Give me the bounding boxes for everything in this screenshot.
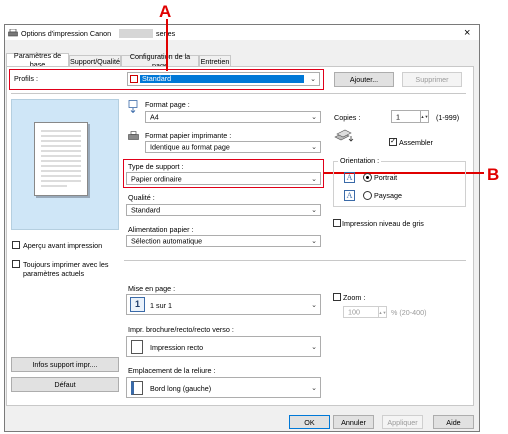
single-side-icon xyxy=(131,340,143,354)
delete-profile-button[interactable]: Supprimer xyxy=(402,72,462,87)
add-profile-label: Ajouter... xyxy=(349,75,379,84)
preview-checkbox[interactable] xyxy=(12,241,20,249)
redacted-model-name xyxy=(119,29,153,38)
duplex-label: Impr. brochure/recto/recto verso : xyxy=(128,325,234,334)
page-size-label: Format page : xyxy=(145,100,190,109)
tab-media-quality[interactable]: Support/Qualité xyxy=(69,55,121,66)
ok-button[interactable]: OK xyxy=(289,415,330,429)
copies-range: (1-999) xyxy=(436,113,460,122)
quality-select[interactable]: Standard ⌄ xyxy=(126,204,321,216)
cancel-button[interactable]: Annuler xyxy=(333,415,374,429)
help-button[interactable]: Aide xyxy=(433,415,474,429)
binding-label: Emplacement de la reliure : xyxy=(128,366,216,375)
printer-paper-label: Format papier imprimante : xyxy=(145,131,232,140)
zoom-spinner[interactable]: 100 ▲▼ xyxy=(343,306,387,318)
callout-b: B xyxy=(487,165,500,184)
copies-spinner[interactable]: 1 ▲▼ xyxy=(391,110,429,123)
cancel-label: Annuler xyxy=(341,417,366,427)
chevron-down-icon: ⌄ xyxy=(311,114,317,121)
preview-label: Aperçu avant impression xyxy=(23,241,103,250)
portrait-icon: A xyxy=(344,172,355,183)
window-title: Options d'impression Canon xyxy=(21,29,112,38)
separator xyxy=(11,93,466,94)
support-info-button[interactable]: Infos support impr.... xyxy=(11,357,119,372)
page-size-icon xyxy=(128,100,138,114)
landscape-label: Paysage xyxy=(374,191,402,200)
page-size-select[interactable]: A4 ⌄ xyxy=(145,111,321,123)
page-preview-image xyxy=(34,122,88,196)
collate-label: Assembler xyxy=(399,138,433,147)
paper-source-select[interactable]: Sélection automatique ⌄ xyxy=(126,235,321,247)
chevron-down-icon: ⌄ xyxy=(311,238,317,245)
layout-label: Mise en page : xyxy=(128,284,176,293)
grayscale-checkbox[interactable] xyxy=(333,219,341,227)
portrait-radio[interactable] xyxy=(363,173,372,182)
ok-label: OK xyxy=(304,417,315,427)
printer-icon xyxy=(8,28,18,37)
apply-button[interactable]: Appliquer xyxy=(382,415,423,429)
layout-1up-icon: 1 xyxy=(130,297,145,312)
landscape-icon: A xyxy=(344,190,355,201)
apply-label: Appliquer xyxy=(387,417,418,427)
chevron-down-icon: ⌄ xyxy=(311,384,317,392)
portrait-label: Portrait xyxy=(374,173,398,182)
spinner-arrows-icon[interactable]: ▲▼ xyxy=(378,307,386,317)
tab-maintenance[interactable]: Entretien xyxy=(199,55,231,66)
zoom-checkbox[interactable] xyxy=(333,293,341,301)
close-button[interactable]: × xyxy=(464,28,470,39)
zoom-label: Zoom : xyxy=(343,293,366,302)
tab-label: Support/Qualité xyxy=(70,56,120,66)
callout-b-box xyxy=(123,159,324,188)
zoom-range: % (20-400) xyxy=(391,308,427,317)
layout-select[interactable]: 1 1 sur 1 ⌄ xyxy=(126,294,321,315)
quality-label: Qualité : xyxy=(128,193,155,202)
chevron-down-icon: ⌄ xyxy=(311,207,317,214)
zoom-value: 100 xyxy=(348,307,360,317)
help-label: Aide xyxy=(446,417,461,427)
printer-paper-value: Identique au format page xyxy=(150,142,230,152)
page-size-value: A4 xyxy=(150,112,159,122)
landscape-radio[interactable] xyxy=(363,191,372,200)
binding-left-icon xyxy=(131,381,143,395)
callout-a: A xyxy=(159,2,172,21)
tab-page-setup[interactable]: Configuration de la page xyxy=(121,52,199,70)
paper-source-label: Alimentation papier : xyxy=(128,225,194,234)
binding-select[interactable]: Bord long (gauche) ⌄ xyxy=(126,377,321,398)
tab-basic-settings[interactable]: Paramètres de base xyxy=(6,51,69,69)
always-print-checkbox[interactable] xyxy=(12,260,20,268)
chevron-down-icon: ⌄ xyxy=(311,144,317,151)
printer-paper-select[interactable]: Identique au format page ⌄ xyxy=(145,141,321,153)
chevron-down-icon: ⌄ xyxy=(311,343,317,351)
default-button[interactable]: Défaut xyxy=(11,377,119,392)
tab-label: Entretien xyxy=(200,56,230,66)
callout-a-box xyxy=(9,69,324,90)
always-print-label: Toujours imprimer avec les paramètres ac… xyxy=(23,260,109,278)
printer-paper-icon xyxy=(128,131,139,141)
callout-a-line xyxy=(166,19,168,71)
collate-icon xyxy=(334,128,354,144)
support-info-label: Infos support impr.... xyxy=(32,360,98,369)
chevron-down-icon: ⌄ xyxy=(311,301,317,309)
delete-profile-label: Supprimer xyxy=(415,75,449,84)
copies-label: Copies : xyxy=(334,113,361,122)
default-label: Défaut xyxy=(54,380,76,389)
grayscale-label: Impression niveau de gris xyxy=(342,219,424,228)
duplex-value: Impression recto xyxy=(150,343,204,352)
paper-source-value: Sélection automatique xyxy=(131,236,203,246)
separator xyxy=(124,260,466,261)
quality-value: Standard xyxy=(131,205,161,215)
copies-value: 1 xyxy=(396,112,400,121)
layout-value: 1 sur 1 xyxy=(150,301,172,310)
spinner-arrows-icon[interactable]: ▲▼ xyxy=(420,111,428,122)
duplex-select[interactable]: Impression recto ⌄ xyxy=(126,336,321,357)
add-profile-button[interactable]: Ajouter... xyxy=(334,72,394,87)
collate-checkbox[interactable]: ✓ xyxy=(389,138,397,146)
binding-value: Bord long (gauche) xyxy=(150,384,212,393)
orientation-label: Orientation : xyxy=(338,156,382,165)
